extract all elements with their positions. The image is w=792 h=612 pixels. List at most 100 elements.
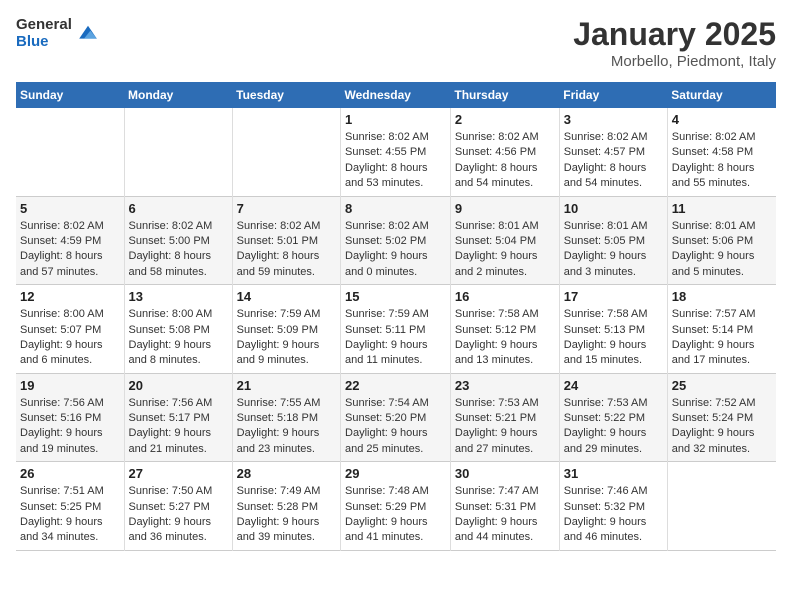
- day-info: Sunrise: 7:55 AM Sunset: 5:18 PM Dayligh…: [237, 396, 336, 458]
- day-cell: 1 Sunrise: 8:02 AM Sunset: 4:55 PM Daylig…: [341, 108, 451, 196]
- day-header-thursday: Thursday: [450, 82, 559, 108]
- day-info: Sunrise: 8:02 AM Sunset: 5:02 PM Dayligh…: [345, 219, 446, 281]
- day-info: Sunrise: 7:59 AM Sunset: 5:09 PM Dayligh…: [237, 307, 336, 369]
- day-info: Sunrise: 7:52 AM Sunset: 5:24 PM Dayligh…: [672, 396, 772, 458]
- week-row: 5 Sunrise: 8:02 AM Sunset: 4:59 PM Daylig…: [16, 196, 776, 285]
- day-info: Sunrise: 7:53 AM Sunset: 5:22 PM Dayligh…: [564, 396, 663, 458]
- day-cell: 28 Sunrise: 7:49 AM Sunset: 5:28 PM Dayli…: [232, 462, 340, 551]
- day-cell: 31Sunrise: 7:46 AM Sunset: 5:32 PM Dayli…: [559, 462, 667, 551]
- day-number: 2: [455, 112, 555, 127]
- day-number: 7: [237, 201, 336, 216]
- day-cell: 8Sunrise: 8:02 AM Sunset: 5:02 PM Daylig…: [341, 196, 451, 285]
- day-number: 23: [455, 378, 555, 393]
- day-number: 3: [564, 112, 663, 127]
- day-number: 4: [672, 112, 772, 127]
- day-cell: 25 Sunrise: 7:52 AM Sunset: 5:24 PM Dayli…: [667, 373, 776, 462]
- day-cell: [232, 108, 340, 196]
- calendar-table: SundayMondayTuesdayWednesdayThursdayFrid…: [16, 82, 776, 551]
- day-info: Sunrise: 7:57 AM Sunset: 5:14 PM Dayligh…: [672, 307, 772, 369]
- day-info: Sunrise: 8:02 AM Sunset: 4:55 PM Dayligh…: [345, 130, 446, 192]
- day-number: 29: [345, 466, 446, 481]
- day-number: 15: [345, 289, 446, 304]
- day-number: 10: [564, 201, 663, 216]
- day-info: Sunrise: 8:01 AM Sunset: 5:06 PM Dayligh…: [672, 219, 772, 281]
- day-cell: [16, 108, 124, 196]
- day-cell: 5 Sunrise: 8:02 AM Sunset: 4:59 PM Daylig…: [16, 196, 124, 285]
- day-info: Sunrise: 7:48 AM Sunset: 5:29 PM Dayligh…: [345, 484, 446, 546]
- day-cell: 21 Sunrise: 7:55 AM Sunset: 5:18 PM Dayli…: [232, 373, 340, 462]
- day-number: 26: [20, 466, 120, 481]
- day-number: 22: [345, 378, 446, 393]
- day-info: Sunrise: 7:47 AM Sunset: 5:31 PM Dayligh…: [455, 484, 555, 546]
- day-number: 5: [20, 201, 120, 216]
- day-header-monday: Monday: [124, 82, 232, 108]
- month-title: January 2025: [573, 16, 776, 53]
- day-info: Sunrise: 8:02 AM Sunset: 4:58 PM Dayligh…: [672, 130, 772, 192]
- day-number: 19: [20, 378, 120, 393]
- day-cell: 11Sunrise: 8:01 AM Sunset: 5:06 PM Dayli…: [667, 196, 776, 285]
- day-cell: 13 Sunrise: 8:00 AM Sunset: 5:08 PM Dayli…: [124, 285, 232, 374]
- day-cell: 15 Sunrise: 7:59 AM Sunset: 5:11 PM Dayli…: [341, 285, 451, 374]
- day-cell: 4 Sunrise: 8:02 AM Sunset: 4:58 PM Daylig…: [667, 108, 776, 196]
- day-header-friday: Friday: [559, 82, 667, 108]
- day-info: Sunrise: 7:54 AM Sunset: 5:20 PM Dayligh…: [345, 396, 446, 458]
- day-info: Sunrise: 7:58 AM Sunset: 5:13 PM Dayligh…: [564, 307, 663, 369]
- day-number: 30: [455, 466, 555, 481]
- day-info: Sunrise: 7:51 AM Sunset: 5:25 PM Dayligh…: [20, 484, 120, 546]
- day-info: Sunrise: 8:02 AM Sunset: 4:56 PM Dayligh…: [455, 130, 555, 192]
- day-header-wednesday: Wednesday: [341, 82, 451, 108]
- logo-general-text: General: [16, 16, 72, 33]
- day-cell: 14 Sunrise: 7:59 AM Sunset: 5:09 PM Dayli…: [232, 285, 340, 374]
- day-header-saturday: Saturday: [667, 82, 776, 108]
- logo-icon: [76, 21, 100, 45]
- day-info: Sunrise: 8:02 AM Sunset: 4:59 PM Dayligh…: [20, 219, 120, 281]
- day-cell: [124, 108, 232, 196]
- location: Morbello, Piedmont, Italy: [573, 53, 776, 70]
- week-row: 12Sunrise: 8:00 AM Sunset: 5:07 PM Dayli…: [16, 285, 776, 374]
- page-header: General Blue January 2025 Morbello, Pied…: [16, 16, 776, 70]
- day-number: 25: [672, 378, 772, 393]
- day-number: 17: [564, 289, 663, 304]
- day-info: Sunrise: 7:49 AM Sunset: 5:28 PM Dayligh…: [237, 484, 336, 546]
- day-number: 16: [455, 289, 555, 304]
- day-cell: 12Sunrise: 8:00 AM Sunset: 5:07 PM Dayli…: [16, 285, 124, 374]
- day-cell: 7 Sunrise: 8:02 AM Sunset: 5:01 PM Daylig…: [232, 196, 340, 285]
- day-cell: 3Sunrise: 8:02 AM Sunset: 4:57 PM Daylig…: [559, 108, 667, 196]
- day-cell: 19 Sunrise: 7:56 AM Sunset: 5:16 PM Dayli…: [16, 373, 124, 462]
- day-cell: 20Sunrise: 7:56 AM Sunset: 5:17 PM Dayli…: [124, 373, 232, 462]
- day-cell: 18 Sunrise: 7:57 AM Sunset: 5:14 PM Dayli…: [667, 285, 776, 374]
- day-info: Sunrise: 7:59 AM Sunset: 5:11 PM Dayligh…: [345, 307, 446, 369]
- day-cell: 24 Sunrise: 7:53 AM Sunset: 5:22 PM Dayli…: [559, 373, 667, 462]
- day-info: Sunrise: 7:46 AM Sunset: 5:32 PM Dayligh…: [564, 484, 663, 546]
- day-number: 28: [237, 466, 336, 481]
- day-header-tuesday: Tuesday: [232, 82, 340, 108]
- day-info: Sunrise: 7:56 AM Sunset: 5:16 PM Dayligh…: [20, 396, 120, 458]
- day-number: 6: [129, 201, 228, 216]
- day-number: 20: [129, 378, 228, 393]
- day-info: Sunrise: 7:50 AM Sunset: 5:27 PM Dayligh…: [129, 484, 228, 546]
- week-row: 26 Sunrise: 7:51 AM Sunset: 5:25 PM Dayli…: [16, 462, 776, 551]
- day-cell: 29 Sunrise: 7:48 AM Sunset: 5:29 PM Dayli…: [341, 462, 451, 551]
- week-row: 19 Sunrise: 7:56 AM Sunset: 5:16 PM Dayli…: [16, 373, 776, 462]
- header-row: SundayMondayTuesdayWednesdayThursdayFrid…: [16, 82, 776, 108]
- day-cell: 22 Sunrise: 7:54 AM Sunset: 5:20 PM Dayli…: [341, 373, 451, 462]
- day-cell: 23 Sunrise: 7:53 AM Sunset: 5:21 PM Dayli…: [450, 373, 559, 462]
- day-info: Sunrise: 8:02 AM Sunset: 5:01 PM Dayligh…: [237, 219, 336, 281]
- logo: General Blue: [16, 16, 100, 50]
- day-number: 21: [237, 378, 336, 393]
- day-cell: 27Sunrise: 7:50 AM Sunset: 5:27 PM Dayli…: [124, 462, 232, 551]
- day-cell: 9 Sunrise: 8:01 AM Sunset: 5:04 PM Daylig…: [450, 196, 559, 285]
- day-number: 1: [345, 112, 446, 127]
- day-info: Sunrise: 7:53 AM Sunset: 5:21 PM Dayligh…: [455, 396, 555, 458]
- day-number: 9: [455, 201, 555, 216]
- day-number: 14: [237, 289, 336, 304]
- day-number: 24: [564, 378, 663, 393]
- day-info: Sunrise: 8:00 AM Sunset: 5:08 PM Dayligh…: [129, 307, 228, 369]
- day-cell: [667, 462, 776, 551]
- logo-blue-text: Blue: [16, 33, 72, 50]
- day-cell: 6Sunrise: 8:02 AM Sunset: 5:00 PM Daylig…: [124, 196, 232, 285]
- day-cell: 26 Sunrise: 7:51 AM Sunset: 5:25 PM Dayli…: [16, 462, 124, 551]
- day-number: 18: [672, 289, 772, 304]
- day-info: Sunrise: 8:01 AM Sunset: 5:04 PM Dayligh…: [455, 219, 555, 281]
- day-number: 13: [129, 289, 228, 304]
